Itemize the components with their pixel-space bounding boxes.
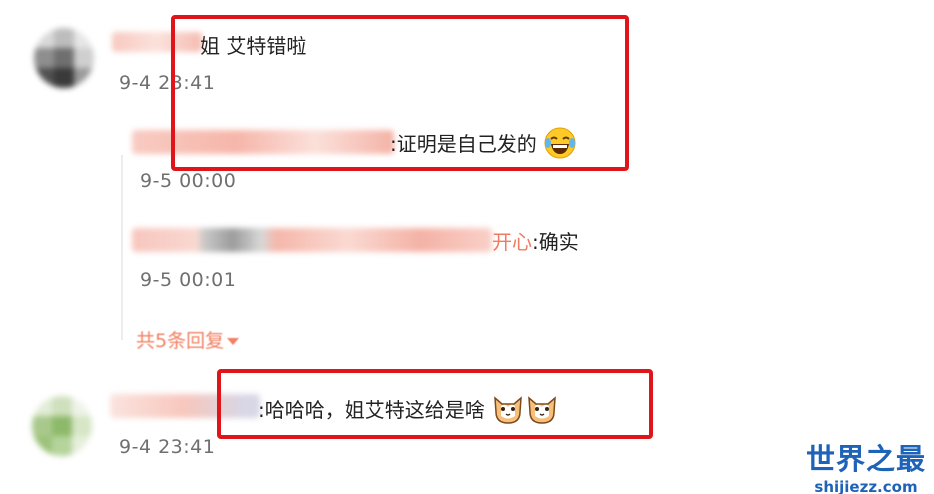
more-replies-link[interactable]: 共5条回复 [136,326,240,353]
reply-username-suffix[interactable]: 开心 [492,230,532,254]
reply-time: 9-5 00:00 [140,170,237,192]
avatar[interactable] [34,28,94,88]
reply-username-blurred[interactable] [132,228,492,252]
highlight-box [171,15,629,171]
reply-text-body: :确实 [532,230,579,254]
avatar[interactable] [32,396,92,456]
watermark-url: shijiezz.com [814,478,918,494]
reply-text: 开心:确实 [492,226,579,255]
reply-thread-line [121,155,123,340]
chevron-down-icon [227,338,240,345]
highlight-box [217,369,653,439]
comment-time: 9-4 23:41 [119,436,216,458]
watermark: 世界之最 shijiezz.com [806,436,926,494]
watermark-title: 世界之最 [805,442,926,476]
reply-time: 9-5 00:01 [140,269,237,291]
more-replies-label: 共5条回复 [136,330,225,352]
